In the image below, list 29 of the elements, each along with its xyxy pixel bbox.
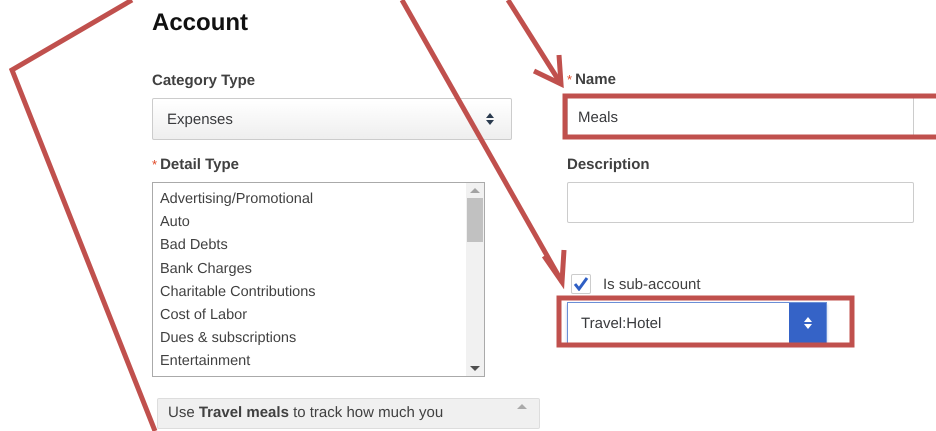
list-item[interactable]: Bank Charges — [160, 258, 459, 281]
field-label: Detail Type — [160, 156, 239, 173]
checkbox-label: Is sub-account — [603, 276, 701, 292]
detail-type-list[interactable]: Advertising/Promotional Auto Bad Debts Bank Charges Charitable Contributions Cost of Labor Dues & subscriptions Entertainment — [152, 182, 485, 377]
list-item[interactable]: Bad Debts — [160, 234, 459, 258]
list-item[interactable]: Dues & subscriptions — [160, 327, 459, 350]
scrollbar-thumb[interactable] — [467, 198, 483, 242]
scroll-down-icon[interactable] — [470, 366, 480, 371]
required-mark: * — [152, 157, 158, 172]
field-label: Name — [575, 71, 616, 88]
list-item[interactable]: Auto — [160, 211, 459, 234]
list-item[interactable]: Advertising/Promotional — [160, 188, 459, 212]
required-mark: * — [567, 72, 572, 87]
sort-arrows-icon — [802, 316, 812, 330]
list-item[interactable]: Charitable Contributions — [160, 280, 459, 304]
category-select[interactable]: Expenses — [152, 98, 512, 140]
scrollbar[interactable] — [466, 183, 484, 376]
field-label: Category Type — [152, 72, 256, 89]
list-item[interactable]: Entertainment — [160, 350, 459, 374]
description-field[interactable] — [567, 182, 914, 223]
sort-arrows-icon — [485, 112, 495, 126]
parent-account-select[interactable]: Travel:Hotel — [567, 302, 827, 344]
scroll-up-icon[interactable] — [470, 188, 480, 193]
page-heading: Account — [152, 8, 249, 38]
list-item[interactable]: Cost of Labor — [160, 304, 459, 328]
field-label: Description — [567, 156, 650, 173]
checkbox[interactable] — [571, 274, 591, 294]
help-text: Use Travel meals to track how much you — [168, 404, 444, 423]
scroll-up-icon[interactable] — [517, 404, 527, 409]
